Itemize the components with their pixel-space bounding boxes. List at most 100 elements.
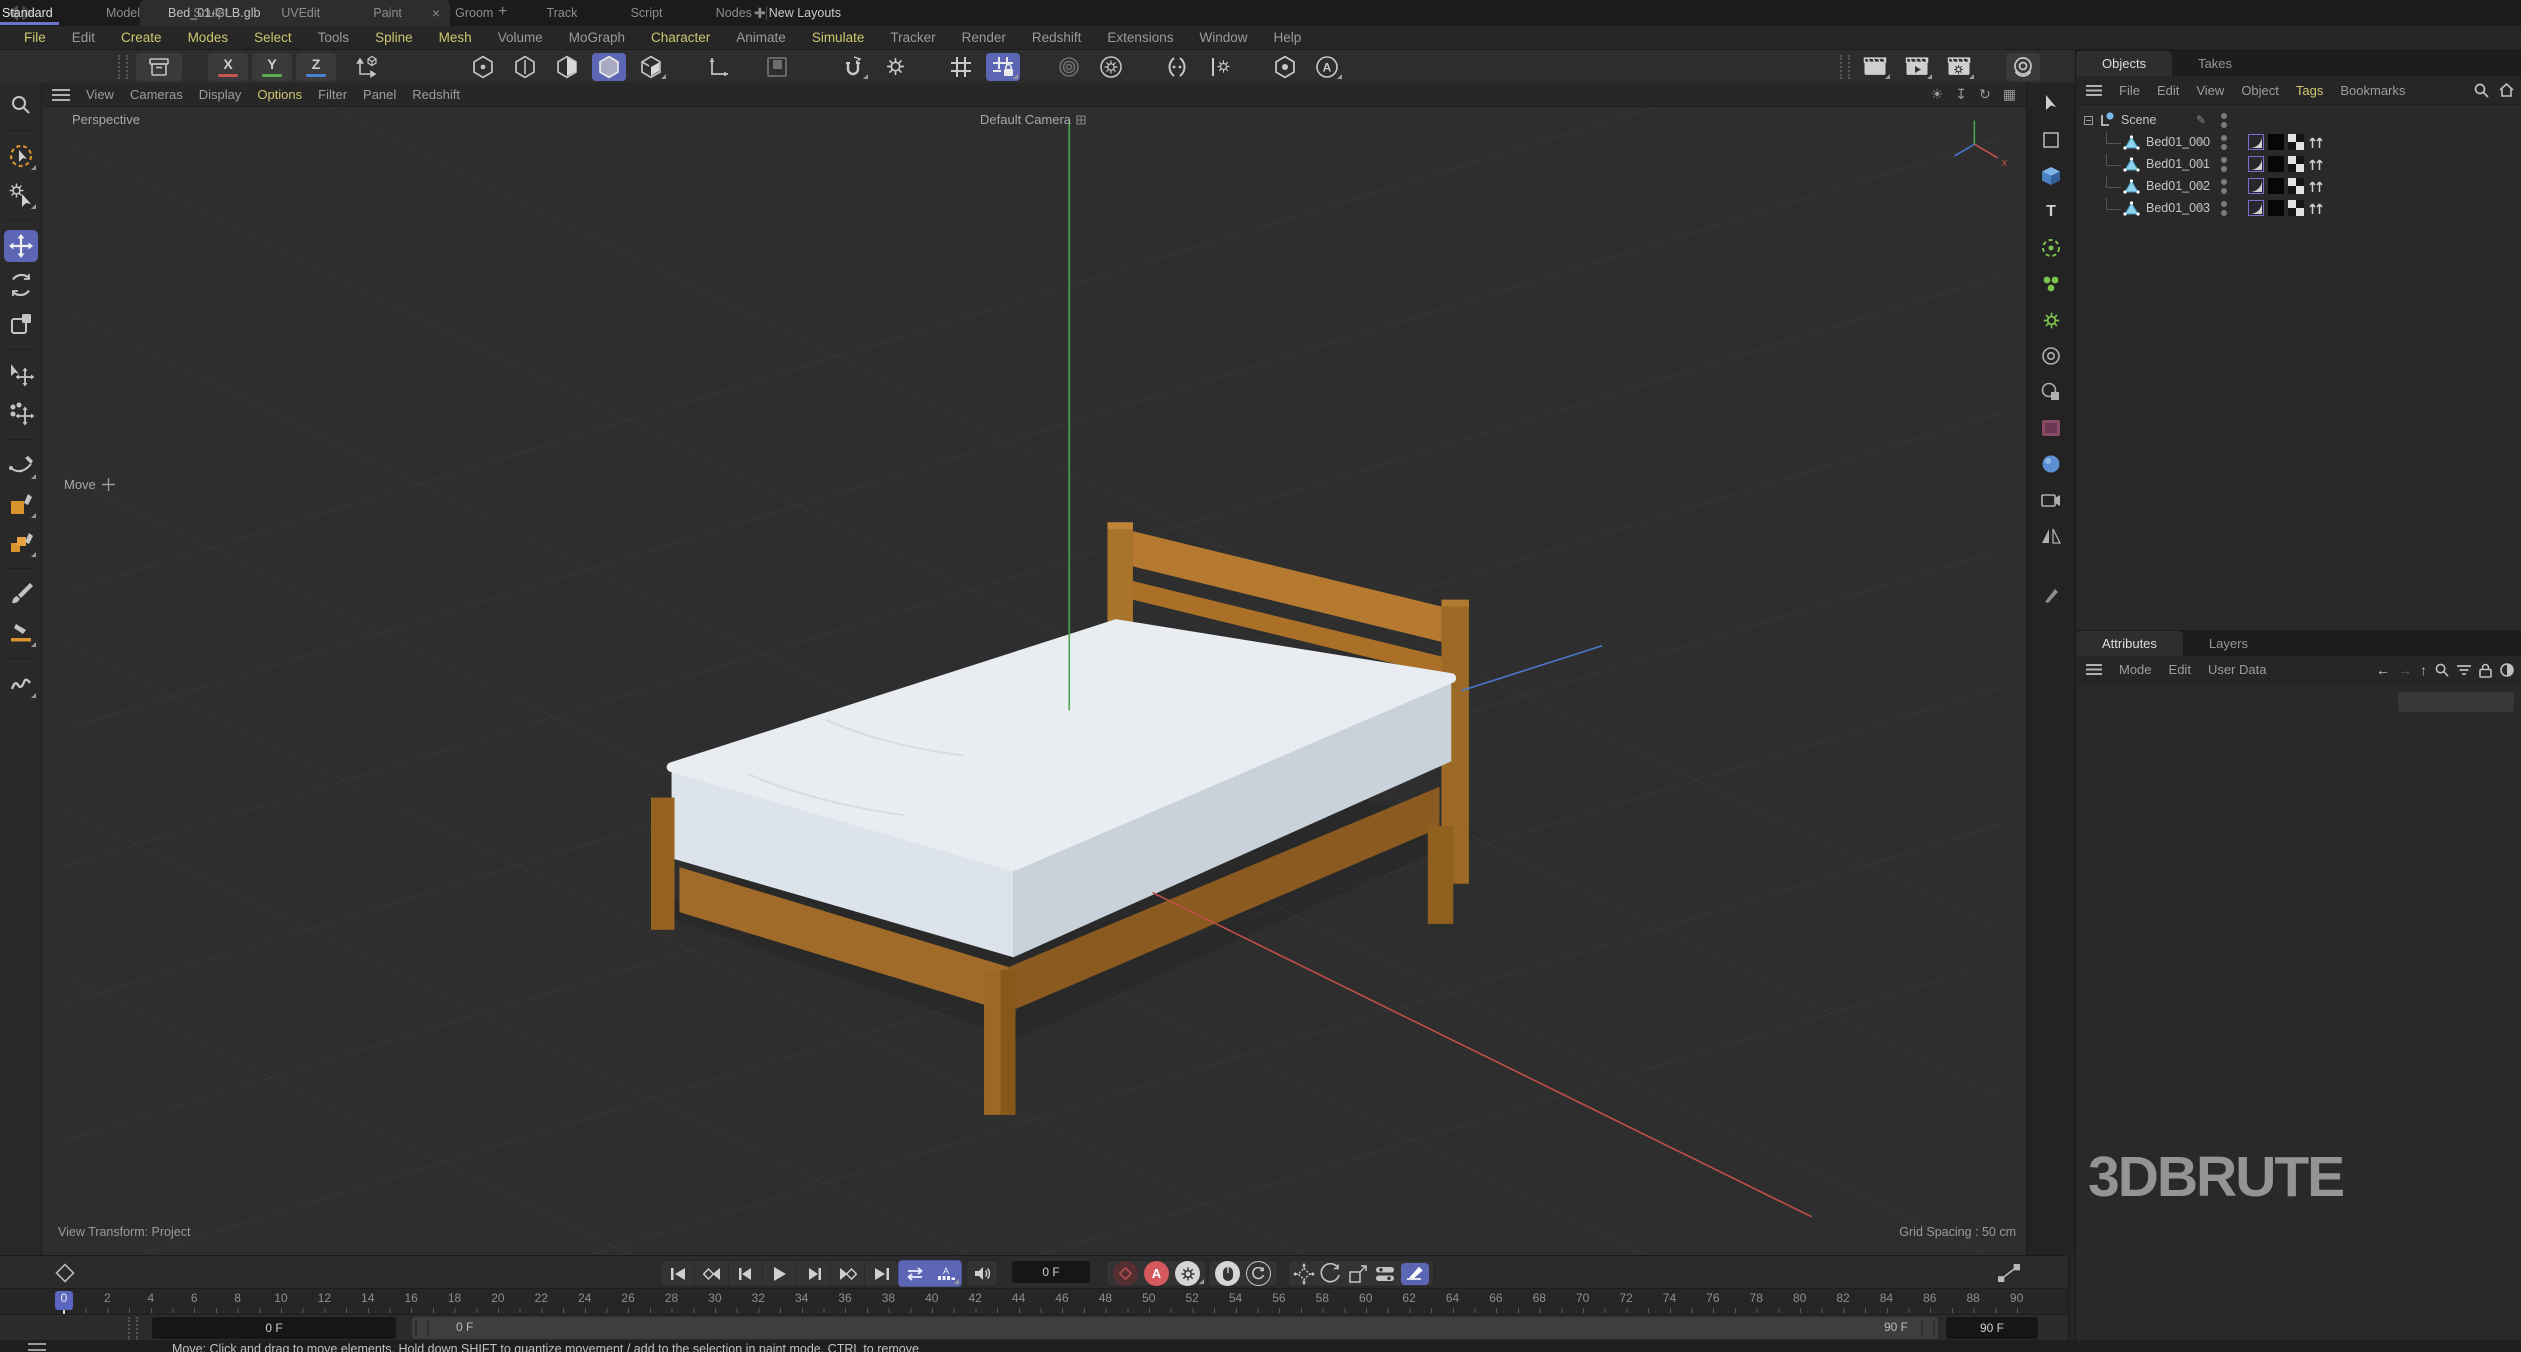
deformer-button[interactable] [2035,379,2067,405]
menu-item[interactable]: MoGraph [563,30,631,45]
manager-tab[interactable]: Objects [2076,51,2172,76]
points-mode-button[interactable] [466,53,500,81]
object-row[interactable]: Bed01_002 ✎ [2076,175,2521,197]
object-row[interactable]: Bed01_000 ✎ [2076,131,2521,153]
menu-item[interactable]: Volume [492,30,549,45]
view-label[interactable]: Perspective [72,112,140,127]
field-object-button[interactable] [2035,235,2067,261]
am-menu-item[interactable]: Mode [2119,662,2152,677]
prev-frame-button[interactable] [729,1261,763,1286]
workplane-button[interactable] [702,53,736,81]
timeline-ruler[interactable]: 0246810121416182022242628303234363840424… [0,1288,2068,1315]
om-menu-item[interactable]: Edit [2157,83,2179,98]
find-tool-button[interactable] [4,89,38,121]
perspective-viewport[interactable]: x ViewCamerasDisplayOptionsFilterPanelRe… [42,83,2026,1255]
polygons-mode-button[interactable] [550,53,584,81]
menu-item[interactable]: Window [1193,30,1253,45]
pen-panel-button[interactable] [2035,583,2067,609]
uvw-tag-icon[interactable] [2288,178,2304,194]
material-tag-icon[interactable] [2268,200,2284,216]
layout-tab[interactable]: Standard [0,2,55,24]
snap-button[interactable] [836,53,870,81]
manager-tab[interactable]: Layers [2183,631,2274,656]
range-start-field[interactable]: 0 F [152,1317,396,1339]
render-view-button[interactable] [1858,53,1892,81]
range-slider[interactable]: 0 F 90 F [412,1317,1938,1339]
visibility-dots[interactable] [2221,179,2227,194]
axis-modify-button[interactable] [1202,53,1236,81]
filter-icon[interactable] [2457,664,2471,676]
material-tag-icon[interactable] [2268,178,2284,194]
layout-tab[interactable]: Nodes [714,2,754,24]
primitive-cube-button[interactable] [4,527,38,559]
uvw-tag-icon[interactable] [2288,134,2304,150]
add-layout-icon[interactable]: ✚ [754,5,766,22]
symmetry-button[interactable] [1160,53,1194,81]
key-pla-button[interactable] [1401,1263,1429,1285]
grid-button[interactable] [944,53,978,81]
layout-grid-icon[interactable]: ▦ [2003,86,2016,103]
points-move-tool-button[interactable] [4,398,38,430]
download-view-icon[interactable]: ↧ [1955,86,1967,103]
uvw-tag-icon[interactable] [2288,156,2304,172]
pen-line-button[interactable] [4,617,38,649]
manager-tab[interactable]: Attributes [2076,631,2183,656]
visibility-dots[interactable] [2221,157,2227,172]
current-frame-field[interactable]: 0 F [1012,1261,1090,1283]
goto-end-button[interactable] [865,1261,898,1286]
move-tool-button[interactable] [4,230,38,262]
key-parameter-icon[interactable] [1374,1265,1396,1283]
object-row[interactable]: Bed01_001 ✎ [2076,153,2521,175]
normal-tag-icon[interactable] [2308,156,2324,172]
axis-lock-button[interactable]: Z [296,53,336,81]
camera-object-button[interactable] [2035,487,2067,513]
model-mode-button[interactable] [592,53,626,81]
volume-button[interactable] [2035,343,2067,369]
phong-tag-icon[interactable] [2248,178,2264,194]
layout-tab[interactable]: Track [545,2,580,24]
menu-item[interactable]: Tracker [884,30,941,45]
menu-item[interactable]: Extensions [1101,30,1179,45]
menu-item[interactable]: Help [1267,30,1307,45]
menu-item[interactable]: Character [645,30,716,45]
menu-item[interactable]: Spline [369,30,419,45]
rotate-tool-button[interactable] [4,269,38,301]
axis-lock-button[interactable]: X [208,53,248,81]
layout-tab[interactable]: Script [629,2,665,24]
forward-icon[interactable]: → [2398,662,2412,678]
lock-icon[interactable] [2479,663,2492,678]
text-object-button[interactable]: T [2035,199,2067,225]
edit-pencil-icon[interactable]: ✎ [2196,179,2206,193]
next-key-button[interactable] [831,1261,865,1286]
toolbar-drag-handle[interactable] [118,55,128,79]
visibility-dots[interactable] [2221,135,2227,150]
key-scale-icon[interactable] [1347,1263,1369,1285]
am-menu-item[interactable]: Edit [2169,662,2191,677]
hamburger-icon[interactable] [2086,85,2102,96]
edges-mode-button[interactable] [508,53,542,81]
render-settings-button[interactable] [1942,53,1976,81]
am-menu-item[interactable]: User Data [2208,662,2267,677]
material-tag-icon[interactable] [2268,134,2284,150]
toolbar-drag-handle-2[interactable] [1840,55,1850,79]
material-tag-icon[interactable] [2268,156,2284,172]
new-layout-button[interactable]: New Layouts [767,2,843,24]
object-row[interactable]: Bed01_003 ✎ [2076,197,2521,219]
range-slider-left-grip[interactable] [415,1321,429,1335]
menu-item[interactable]: Animate [730,30,792,45]
viewport-menu-item[interactable]: Cameras [130,87,183,102]
edit-pencil-icon[interactable]: ✎ [2196,113,2206,127]
new-tab-button[interactable]: + [498,3,507,21]
render-asset-button[interactable] [2035,415,2067,441]
om-menu-item[interactable]: Bookmarks [2340,83,2405,98]
back-icon[interactable]: ← [2376,662,2390,678]
home-icon[interactable] [2499,83,2514,97]
viewport-menu-item[interactable]: Redshift [412,87,460,102]
visibility-dots[interactable] [2221,201,2227,216]
next-frame-button[interactable] [797,1261,831,1286]
status-menu-icon[interactable] [28,1343,46,1351]
om-menu-item[interactable]: View [2196,83,2224,98]
brush-tool-button[interactable] [4,578,38,610]
compare-icon[interactable] [2500,663,2514,677]
magic-bullet-button[interactable] [2006,53,2040,81]
